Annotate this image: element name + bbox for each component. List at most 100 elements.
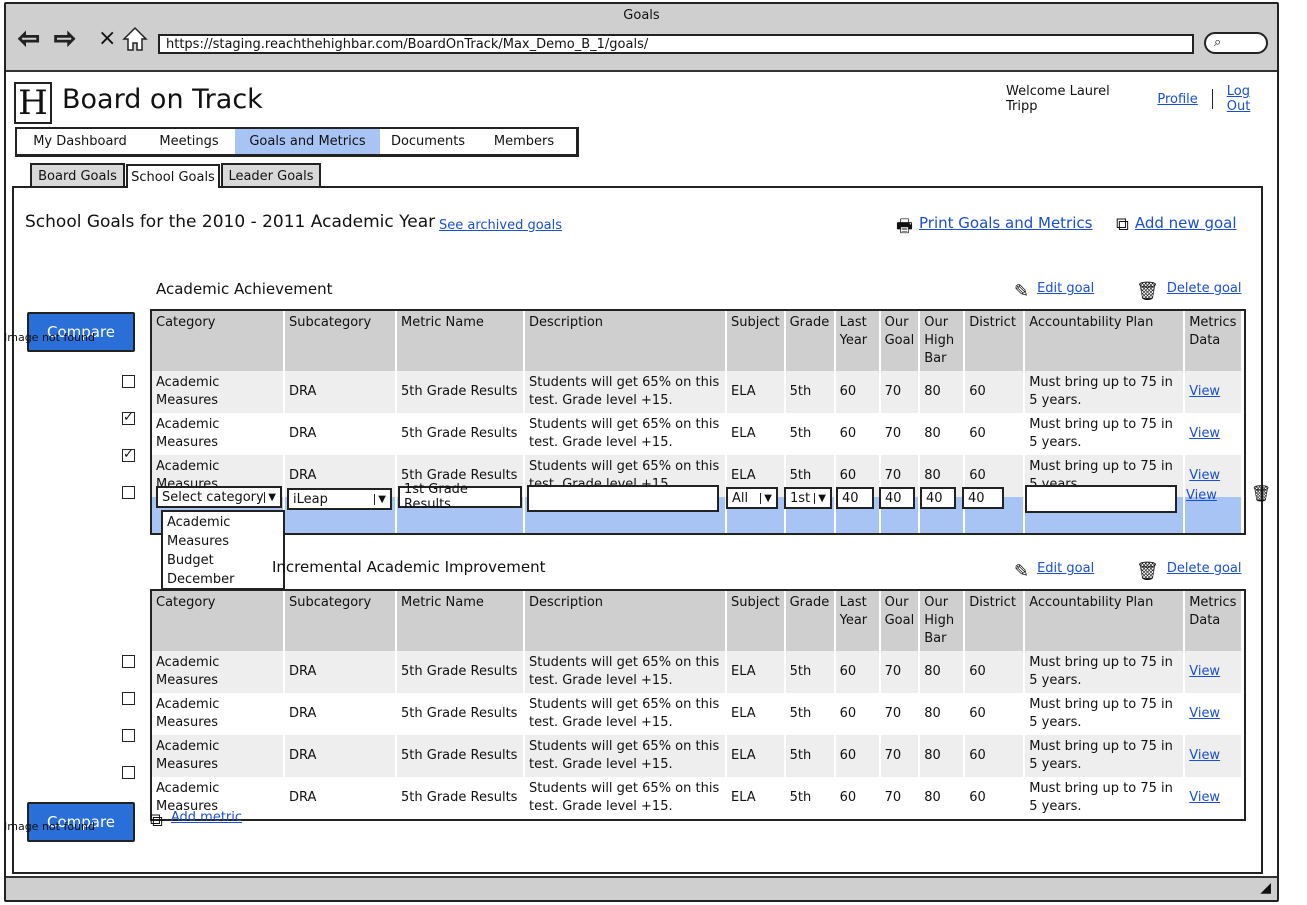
trash-icon[interactable]: 🗑 bbox=[1251, 484, 1271, 503]
nav-goals-and-metrics[interactable]: Goals and Metrics bbox=[235, 129, 380, 154]
nav-documents[interactable]: Documents bbox=[380, 129, 476, 154]
description-field[interactable] bbox=[527, 485, 719, 512]
category-select[interactable]: Select category ▼ bbox=[156, 486, 282, 508]
table-cell: 70 bbox=[879, 651, 921, 693]
row-checkbox[interactable] bbox=[122, 729, 135, 742]
delete-goal-action[interactable]: 🗑 Delete goal bbox=[1136, 561, 1242, 582]
browser-search[interactable]: ⌕ bbox=[1204, 32, 1268, 54]
pencil-icon: ✎ bbox=[1014, 561, 1030, 582]
column-header: District bbox=[964, 591, 1026, 651]
metrics-table: Category Subcategory Metric Name Descriptio… bbox=[152, 591, 1244, 819]
dropdown-option[interactable]: December bbox=[167, 570, 279, 589]
nav-members[interactable]: Members bbox=[476, 129, 572, 154]
print-action[interactable]: 🖶 Print Goals and Metrics bbox=[896, 214, 1092, 244]
table-row: Academic Measures DRA 5th Grade Results Stu… bbox=[152, 371, 1244, 413]
profile-link[interactable]: Profile bbox=[1157, 92, 1197, 107]
trash-icon: 🗑 bbox=[1136, 561, 1159, 582]
view-link[interactable]: View bbox=[1184, 693, 1244, 735]
divider bbox=[1211, 89, 1213, 109]
table-cell: 80 bbox=[919, 777, 966, 819]
delete-goal-link[interactable]: Delete goal bbox=[1167, 281, 1242, 302]
accountability-field[interactable] bbox=[1025, 485, 1177, 513]
table-cell: Must bring up to 75 in 5 years. bbox=[1024, 693, 1186, 735]
add-metric-action[interactable]: ⧉ Add metric bbox=[150, 810, 242, 831]
table-cell: 60 bbox=[834, 735, 881, 777]
table-cell: 70 bbox=[879, 735, 921, 777]
app-title: Board on Track bbox=[62, 84, 263, 115]
logo: H bbox=[14, 82, 52, 124]
dropdown-option[interactable]: Academic Measures bbox=[167, 513, 279, 551]
nav-my-dashboard[interactable]: My Dashboard bbox=[17, 129, 143, 154]
column-header: Our High Bar bbox=[919, 591, 966, 651]
address-bar[interactable]: https://staging.reachthehighbar.com/Boar… bbox=[158, 34, 1194, 54]
add-metric-link[interactable]: Add metric bbox=[171, 810, 242, 831]
add-goal-action[interactable]: ⧉ Add new goal bbox=[1116, 214, 1237, 235]
home-icon[interactable] bbox=[122, 26, 148, 52]
chevron-down-icon: ▼ bbox=[374, 493, 386, 505]
dropdown-option[interactable]: Budget bbox=[167, 551, 279, 570]
add-goal-link[interactable]: Add new goal bbox=[1135, 214, 1237, 235]
grade-select[interactable]: 1st ▼ bbox=[784, 487, 832, 509]
edit-goal-link[interactable]: Edit goal bbox=[1037, 281, 1094, 302]
archived-goals-link[interactable]: See archived goals bbox=[439, 218, 562, 233]
edit-goal-link[interactable]: Edit goal bbox=[1037, 561, 1094, 582]
main-nav: My Dashboard Meetings Goals and Metrics … bbox=[15, 127, 579, 157]
table-cell: Students will get 65% on this test. Grad… bbox=[524, 693, 727, 735]
row-checkbox[interactable] bbox=[122, 486, 135, 499]
table-cell: ELA bbox=[726, 413, 786, 455]
nav-meetings[interactable]: Meetings bbox=[143, 129, 235, 154]
subcategory-select[interactable]: iLeap ▼ bbox=[287, 488, 392, 510]
table-cell: DRA bbox=[284, 735, 397, 777]
table-cell: 80 bbox=[919, 651, 966, 693]
table-cell: 60 bbox=[964, 371, 1026, 413]
resize-grip-icon[interactable]: ◢ bbox=[1260, 880, 1271, 896]
table-cell: DRA bbox=[284, 413, 397, 455]
view-link[interactable]: View bbox=[1184, 651, 1244, 693]
table-cell: 60 bbox=[964, 413, 1026, 455]
forward-icon[interactable]: ⇨ bbox=[53, 25, 76, 53]
tab-board-goals[interactable]: Board Goals bbox=[30, 163, 125, 187]
last-year-field[interactable]: 40 bbox=[836, 487, 874, 509]
view-link[interactable]: View bbox=[1186, 488, 1217, 503]
column-header: Accountability Plan bbox=[1024, 591, 1186, 651]
our-goal-field[interactable]: 40 bbox=[879, 487, 915, 509]
chevron-down-icon: ▼ bbox=[264, 491, 276, 503]
search-icon: ⌕ bbox=[1214, 35, 1222, 50]
column-header: Description bbox=[524, 591, 727, 651]
row-checkbox[interactable] bbox=[122, 655, 135, 668]
close-icon[interactable]: × bbox=[98, 26, 116, 51]
edit-goal-action[interactable]: ✎ Edit goal bbox=[1014, 281, 1094, 302]
tab-school-goals[interactable]: School Goals bbox=[126, 164, 220, 188]
row-checkbox[interactable] bbox=[122, 375, 135, 388]
row-checkbox[interactable]: ✓ bbox=[122, 448, 135, 462]
logout-link[interactable]: Log Out bbox=[1227, 84, 1277, 114]
table-cell: 60 bbox=[834, 777, 881, 819]
table-cell: ELA bbox=[726, 735, 786, 777]
high-bar-field[interactable]: 40 bbox=[920, 487, 956, 509]
table-cell: 5th bbox=[784, 651, 836, 693]
delete-goal-link[interactable]: Delete goal bbox=[1167, 561, 1242, 582]
subject-select[interactable]: All ▼ bbox=[726, 487, 778, 509]
row-checkbox[interactable] bbox=[122, 692, 135, 705]
view-link[interactable]: View bbox=[1184, 371, 1244, 413]
row-checkbox[interactable] bbox=[122, 766, 135, 779]
delete-goal-action[interactable]: 🗑 Delete goal bbox=[1136, 281, 1242, 302]
column-header: Description bbox=[524, 311, 727, 371]
view-link[interactable]: View bbox=[1184, 777, 1244, 819]
row-checkbox[interactable]: ✓ bbox=[122, 411, 135, 425]
view-link[interactable]: View bbox=[1184, 413, 1244, 455]
title-bar: Goals ⇦ ⇨ × https://staging.reachthehigh… bbox=[6, 4, 1277, 72]
view-link[interactable]: View bbox=[1184, 735, 1244, 777]
table-cell: 80 bbox=[919, 371, 966, 413]
missing-image-label: Image not found bbox=[4, 331, 95, 344]
column-header: Category bbox=[152, 311, 285, 371]
district-field[interactable]: 40 bbox=[962, 487, 1004, 509]
table-cell: Students will get 65% on this test. Grad… bbox=[524, 651, 727, 693]
table-cell: ELA bbox=[726, 651, 786, 693]
missing-image-label: Image not found bbox=[4, 820, 95, 833]
tab-leader-goals[interactable]: Leader Goals bbox=[221, 163, 321, 187]
metric-name-field[interactable]: 1st Grade Results bbox=[398, 482, 522, 512]
print-link[interactable]: Print Goals and Metrics bbox=[919, 214, 1092, 244]
back-icon[interactable]: ⇦ bbox=[17, 25, 40, 53]
edit-goal-action[interactable]: ✎ Edit goal bbox=[1014, 561, 1094, 582]
